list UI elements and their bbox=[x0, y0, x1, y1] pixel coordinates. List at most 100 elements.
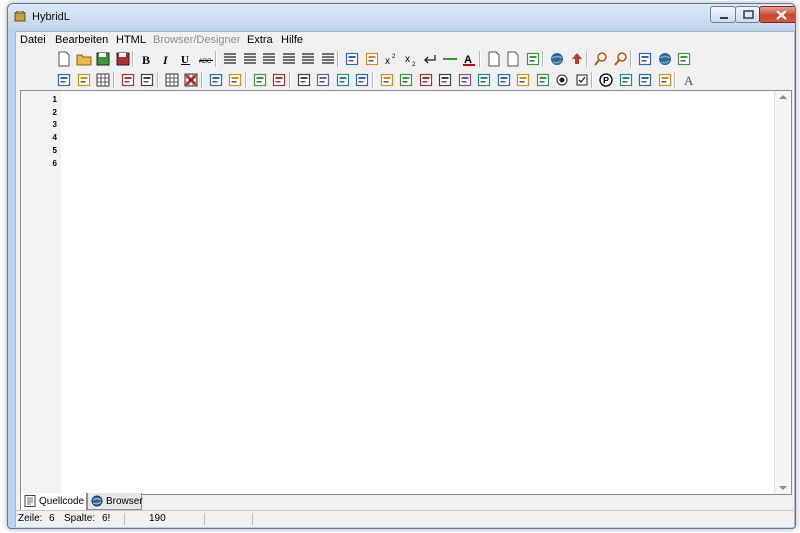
textarea-icon[interactable] bbox=[476, 72, 492, 88]
tab-quellcode[interactable]: Quellcode bbox=[20, 493, 87, 511]
font-color-icon[interactable]: A bbox=[461, 51, 477, 67]
status-bar: Zeile: 6 Spalte: 6! 190 bbox=[16, 510, 794, 527]
div-icon[interactable] bbox=[379, 72, 395, 88]
select-icon[interactable] bbox=[515, 72, 531, 88]
upload-icon[interactable] bbox=[569, 51, 585, 67]
menu-hilfe[interactable]: Hilfe bbox=[281, 34, 303, 46]
button-icon[interactable] bbox=[535, 72, 551, 88]
insert-row-icon[interactable] bbox=[252, 72, 268, 88]
title-bar[interactable]: HybridL bbox=[8, 4, 795, 29]
toolbar-separator bbox=[244, 72, 247, 88]
toolbar-separator bbox=[337, 51, 339, 67]
line-number: 3 bbox=[52, 120, 57, 130]
fieldset-icon[interactable] bbox=[496, 72, 512, 88]
internet-icon[interactable] bbox=[657, 51, 673, 67]
edit-icon[interactable] bbox=[618, 72, 634, 88]
merge-cells-icon[interactable] bbox=[208, 72, 224, 88]
span-icon[interactable] bbox=[398, 72, 414, 88]
form-icon[interactable] bbox=[120, 72, 136, 88]
scroll-up-icon[interactable] bbox=[779, 95, 787, 99]
underline-icon[interactable]: U bbox=[178, 51, 194, 67]
line-number: 2 bbox=[52, 107, 57, 117]
color-picker-icon[interactable] bbox=[637, 51, 653, 67]
justify-icon[interactable] bbox=[300, 51, 316, 67]
line-number: 1 bbox=[52, 95, 57, 104]
table-icon[interactable] bbox=[164, 72, 180, 88]
split-cells-icon[interactable] bbox=[227, 72, 243, 88]
line-number: 6 bbox=[52, 158, 57, 168]
superscript-icon[interactable]: x2 bbox=[383, 51, 399, 67]
row-above-icon[interactable] bbox=[335, 72, 351, 88]
source-editor[interactable]: 1 2 3 4 5 6 bbox=[20, 90, 792, 495]
menu-datei[interactable]: Datei bbox=[20, 34, 46, 46]
close-button[interactable] bbox=[759, 6, 795, 23]
scroll-down-icon[interactable] bbox=[779, 486, 787, 490]
delete-table-icon[interactable] bbox=[183, 72, 199, 88]
grid-icon[interactable] bbox=[95, 72, 111, 88]
paragraph-icon[interactable]: P bbox=[598, 72, 614, 88]
line-break-icon[interactable] bbox=[422, 51, 438, 67]
tab-browser[interactable]: Browser bbox=[87, 493, 143, 510]
remove-tag-icon[interactable] bbox=[657, 72, 673, 88]
hidden-field-icon[interactable] bbox=[457, 72, 473, 88]
layout-icon[interactable] bbox=[56, 72, 72, 88]
strikethrough-icon[interactable]: ABC bbox=[198, 51, 214, 67]
new-file-icon[interactable] bbox=[56, 51, 72, 67]
menu-extra[interactable]: Extra bbox=[247, 34, 273, 46]
panel-icon[interactable] bbox=[139, 72, 155, 88]
indent-icon[interactable] bbox=[344, 51, 360, 67]
line-value: 6 bbox=[49, 513, 55, 524]
horizontal-rule-icon[interactable] bbox=[442, 51, 458, 67]
svg-text:x: x bbox=[405, 54, 410, 65]
textbox-icon[interactable] bbox=[418, 72, 434, 88]
toolbar-separator bbox=[371, 72, 374, 88]
numbered-list-icon[interactable] bbox=[242, 51, 258, 67]
save-as-icon[interactable] bbox=[115, 51, 131, 67]
status-divider bbox=[204, 513, 205, 525]
view-tabs: Quellcode Browser bbox=[20, 493, 420, 511]
image-button-icon[interactable] bbox=[437, 72, 453, 88]
font-icon[interactable]: A bbox=[681, 72, 697, 88]
maximize-button[interactable] bbox=[735, 6, 760, 23]
row-below-icon[interactable] bbox=[354, 72, 370, 88]
subscript-icon[interactable]: x2 bbox=[403, 51, 419, 67]
align-right-icon[interactable] bbox=[320, 51, 336, 67]
bold-icon[interactable]: B bbox=[139, 51, 155, 67]
checkbox-icon[interactable] bbox=[574, 72, 590, 88]
align-left-icon[interactable] bbox=[261, 51, 277, 67]
comment-icon[interactable] bbox=[486, 51, 502, 67]
vertical-scrollbar[interactable] bbox=[774, 91, 791, 494]
zoom-out-icon[interactable] bbox=[613, 51, 629, 67]
line-number: 4 bbox=[52, 133, 57, 143]
toolbar-separator bbox=[112, 72, 115, 88]
column-left-icon[interactable] bbox=[296, 72, 312, 88]
document-icon[interactable] bbox=[505, 51, 521, 67]
bullet-list-icon[interactable] bbox=[222, 51, 238, 67]
save-icon[interactable] bbox=[95, 51, 111, 67]
outdent-icon[interactable] bbox=[364, 51, 380, 67]
link-icon[interactable] bbox=[525, 51, 541, 67]
svg-text:A: A bbox=[684, 73, 694, 88]
browser-icon bbox=[91, 495, 103, 507]
minimize-button[interactable] bbox=[710, 6, 736, 23]
toolbar-separator bbox=[630, 51, 632, 67]
status-divider bbox=[124, 513, 125, 525]
italic-icon[interactable]: I bbox=[159, 51, 175, 67]
window-title: HybridL bbox=[32, 11, 70, 23]
image-icon[interactable] bbox=[676, 51, 692, 67]
open-file-icon[interactable] bbox=[76, 51, 92, 67]
toolbar-separator bbox=[591, 72, 593, 88]
tag-icon[interactable] bbox=[637, 72, 653, 88]
length-value: 190 bbox=[149, 513, 166, 524]
frame-icon[interactable] bbox=[76, 72, 92, 88]
zoom-in-icon[interactable] bbox=[593, 51, 609, 67]
globe-icon[interactable] bbox=[549, 51, 565, 67]
menu-html[interactable]: HTML bbox=[116, 34, 146, 46]
radio-icon[interactable] bbox=[554, 72, 570, 88]
svg-text:I: I bbox=[162, 53, 169, 67]
insert-column-icon[interactable] bbox=[271, 72, 287, 88]
maximize-icon bbox=[743, 10, 754, 19]
align-center-icon[interactable] bbox=[281, 51, 297, 67]
column-right-icon[interactable] bbox=[315, 72, 331, 88]
menu-bearbeiten[interactable]: Bearbeiten bbox=[55, 34, 108, 46]
